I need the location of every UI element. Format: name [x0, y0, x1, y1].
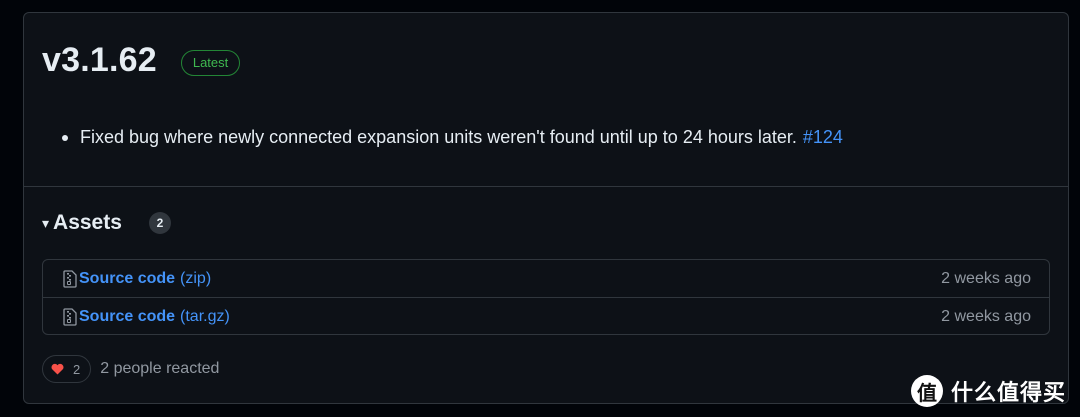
- bullet-icon: [62, 134, 68, 141]
- asset-link-name[interactable]: Source code: [79, 308, 175, 326]
- file-zip-icon: [63, 307, 77, 326]
- assets-header[interactable]: ▾ Assets 2: [42, 211, 171, 235]
- divider: [24, 186, 1068, 187]
- heart-icon: [51, 363, 64, 375]
- asset-link-ext[interactable]: (zip): [180, 270, 211, 288]
- latest-badge: Latest: [180, 49, 241, 76]
- watermark-logo: 值: [910, 375, 943, 407]
- release-version-title[interactable]: v3.1.62: [42, 41, 157, 80]
- issue-link[interactable]: #124: [803, 127, 843, 148]
- asset-link-name[interactable]: Source code: [79, 270, 175, 288]
- asset-row: Source code (tar.gz) 2 weeks ago: [43, 297, 1049, 335]
- release-note-item: Fixed bug where newly connected expansio…: [62, 127, 843, 148]
- asset-link-ext[interactable]: (tar.gz): [180, 308, 230, 326]
- asset-date: 2 weeks ago: [941, 307, 1031, 325]
- caret-down-icon[interactable]: ▾: [42, 215, 49, 232]
- heart-reaction-button[interactable]: 2: [42, 355, 92, 383]
- reactions-bar: 2 2 people reacted: [42, 355, 219, 383]
- asset-list: Source code (zip) 2 weeks ago Source cod…: [42, 259, 1050, 335]
- release-header: v3.1.62 Latest: [42, 41, 241, 80]
- reactions-summary: 2 people reacted: [100, 360, 220, 377]
- release-note-text: Fixed bug where newly connected expansio…: [80, 127, 797, 147]
- assets-title[interactable]: Assets: [53, 211, 122, 235]
- reaction-count: 2: [73, 361, 81, 377]
- assets-count-badge: 2: [148, 212, 171, 234]
- asset-date: 2 weeks ago: [941, 269, 1031, 287]
- release-card: v3.1.62 Latest Fixed bug where newly con…: [23, 12, 1069, 404]
- watermark-text: 什么值得买: [950, 381, 1066, 406]
- asset-row: Source code (zip) 2 weeks ago: [43, 260, 1049, 297]
- watermark: 值 什么值得买: [910, 375, 1066, 407]
- file-zip-icon: [63, 269, 77, 288]
